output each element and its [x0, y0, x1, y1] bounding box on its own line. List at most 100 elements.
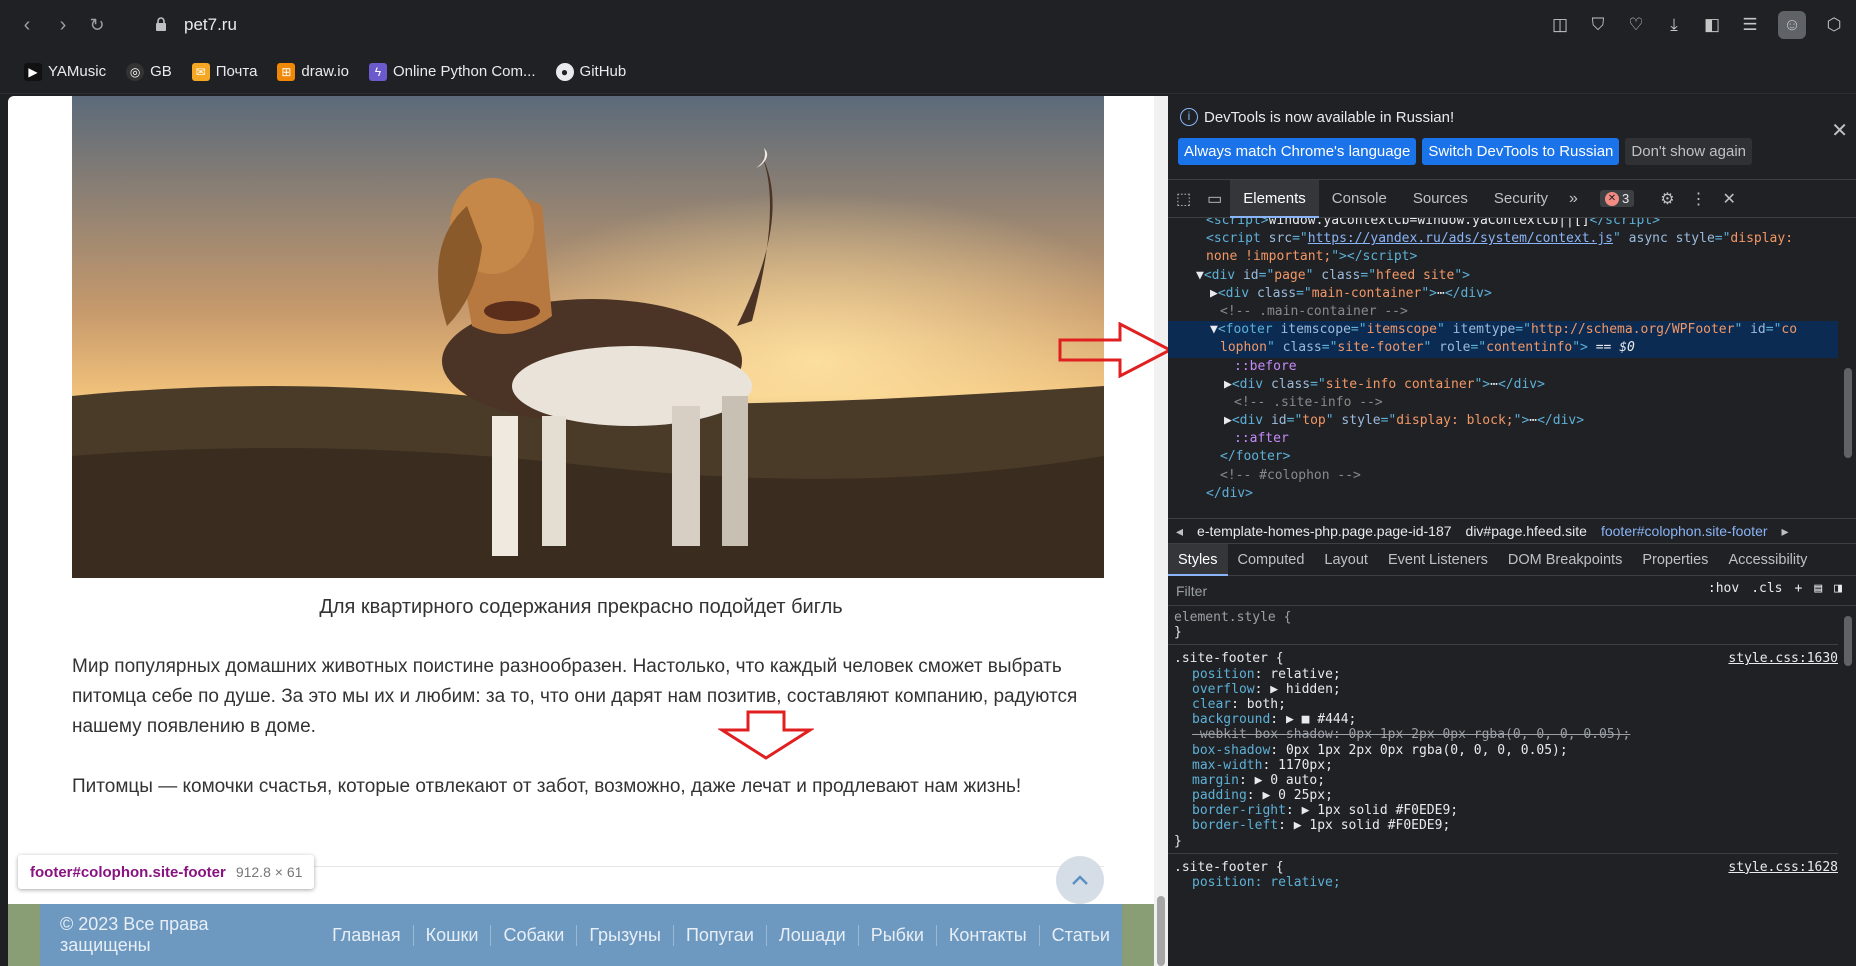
footer-link-dogs[interactable]: Собаки — [490, 924, 576, 946]
element-inspect-tooltip: footer#colophon.site-footer 912.8 × 61 — [18, 855, 315, 889]
footer-link-contacts[interactable]: Контакты — [935, 924, 1039, 946]
tab-dom-breakpoints[interactable]: DOM Breakpoints — [1498, 544, 1632, 576]
breadcrumb-left-icon[interactable]: ◂ — [1176, 523, 1183, 540]
sidebar-toggle-icon[interactable]: ◨ — [1834, 581, 1842, 596]
bookmark-python[interactable]: ϟ Online Python Com... — [368, 62, 536, 81]
close-devtools-icon[interactable]: ✕ — [1715, 189, 1744, 209]
tab-properties[interactable]: Properties — [1632, 544, 1718, 576]
cls-toggle[interactable]: .cls — [1751, 581, 1782, 596]
styles-scrollbar[interactable] — [1840, 606, 1856, 966]
article-content: Для квартирного содержания прекрасно под… — [30, 96, 1132, 966]
site-footer-rule: .site-footer {style.css:1630 position: r… — [1168, 645, 1838, 854]
tab-console[interactable]: Console — [1319, 180, 1400, 218]
rule-source-link[interactable]: style.css:1630 — [1728, 651, 1838, 666]
dom-scrollbar-thumb[interactable] — [1844, 368, 1852, 458]
devtools-tabs: ⬚ ▭ Elements Console Sources Security » … — [1168, 179, 1856, 218]
add-rule-icon[interactable]: + — [1795, 581, 1803, 596]
settings-icon[interactable]: ⚙ — [1652, 189, 1682, 209]
bolt-icon: ϟ — [368, 62, 387, 81]
kebab-menu-icon[interactable]: ⋮ — [1683, 189, 1715, 209]
reading-mode-icon[interactable]: ◧ — [1702, 15, 1722, 35]
match-language-button[interactable]: Always match Chrome's language — [1178, 138, 1417, 165]
web-page: Для квартирного содержания прекрасно под… — [8, 96, 1154, 966]
photo-caption: Для квартирного содержания прекрасно под… — [319, 596, 843, 618]
address-bar[interactable]: pet7.ru — [150, 8, 1740, 42]
hov-toggle[interactable]: :hov — [1708, 581, 1739, 596]
footer-inner: © 2023 Все права защищены Главная Кошки … — [40, 904, 1122, 966]
element-style-rule: element.style { } — [1168, 606, 1838, 646]
reload-icon[interactable]: ↻ — [84, 12, 110, 38]
inspect-icon[interactable]: ⬚ — [1168, 189, 1199, 209]
tooltip-size: 912.8 × 61 — [235, 864, 303, 880]
element-style-selector: element.style { — [1174, 610, 1292, 625]
footer-link-articles[interactable]: Статьи — [1038, 924, 1122, 946]
close-infobar-icon[interactable]: ✕ — [1831, 118, 1848, 143]
styles-scrollbar-thumb[interactable] — [1844, 616, 1852, 666]
breadcrumb-body[interactable]: e-template-homes-php.page.page-id-187 — [1197, 523, 1452, 539]
extensions-icon[interactable]: ⬡ — [1824, 15, 1844, 35]
download-icon[interactable]: ⤓ — [1664, 15, 1684, 35]
bookmark-mail[interactable]: ✉ Почта — [191, 62, 257, 81]
page-scrollbar-thumb[interactable] — [1157, 896, 1165, 966]
url-text[interactable]: pet7.ru — [184, 15, 237, 35]
info-icon: i — [1180, 108, 1198, 126]
mail-icon: ✉ — [191, 62, 210, 81]
tab-security[interactable]: Security — [1481, 180, 1561, 218]
footer-link-parrots[interactable]: Попугаи — [672, 924, 766, 946]
tab-computed[interactable]: Computed — [1228, 544, 1315, 576]
site-footer: © 2023 Все права защищены Главная Кошки … — [8, 904, 1154, 966]
dont-show-again-button[interactable]: Don't show again — [1625, 138, 1752, 165]
page-scrollbar[interactable] — [1154, 96, 1168, 966]
more-tabs-icon[interactable]: » — [1561, 190, 1586, 208]
tab-layout[interactable]: Layout — [1314, 544, 1378, 576]
footer-link-horses[interactable]: Лошади — [765, 924, 858, 946]
breadcrumb-footer[interactable]: footer#colophon.site-footer — [1601, 523, 1768, 539]
breadcrumb-right-icon[interactable]: ▸ — [1782, 523, 1789, 540]
rule2-selector: .site-footer { — [1174, 859, 1284, 875]
site-footer-rule-2: .site-footer {style.css:1628 position: r… — [1174, 859, 1838, 890]
chevron-up-icon — [1072, 875, 1088, 885]
bookmark-gb[interactable]: ◎ GB — [126, 62, 172, 81]
paint-icon[interactable]: ▤ — [1814, 581, 1822, 596]
bookmark-drawio[interactable]: ⊞ draw.io — [277, 62, 349, 81]
profile-icon[interactable]: ☺ — [1778, 11, 1806, 39]
styles-filter-bar: Filter :hov .cls + ▤ ◨ — [1168, 576, 1856, 606]
footer-link-fish[interactable]: Рыбки — [857, 924, 936, 946]
bookmarks-bar: ▶ YAMusic ◎ GB ✉ Почта ⊞ draw.io ϟ Online Pyt… — [0, 50, 1856, 94]
camera-icon[interactable]: ◫ — [1550, 15, 1570, 35]
scroll-to-top-button[interactable] — [1056, 856, 1104, 904]
back-icon[interactable]: ‹ — [14, 12, 40, 38]
styles-pane[interactable]: element.style { } .site-footer {style.cs… — [1168, 606, 1838, 966]
gb-icon: ◎ — [126, 62, 145, 81]
shield-icon[interactable]: ⛉ — [1588, 15, 1608, 35]
github-icon: ● — [555, 62, 574, 81]
tab-accessibility[interactable]: Accessibility — [1718, 544, 1817, 576]
dom-scrollbar[interactable] — [1840, 218, 1856, 518]
styles-filter-input[interactable]: Filter — [1176, 583, 1207, 599]
right-arrow-annotation — [1058, 322, 1174, 378]
footer-link-home[interactable]: Главная — [320, 925, 413, 946]
paragraph-pets: Питомцы — комочки счастья, которые отвле… — [72, 776, 1022, 797]
down-arrow-annotation — [718, 710, 814, 760]
bookmark-github[interactable]: ● GitHub — [555, 62, 626, 81]
switch-russian-button[interactable]: Switch DevTools to Russian — [1422, 138, 1620, 165]
bookmark-yamusic[interactable]: ▶ YAMusic — [24, 62, 106, 81]
dom-tree[interactable]: <script>window.yaContextCb=window.yaCont… — [1168, 218, 1838, 518]
tab-event-listeners[interactable]: Event Listeners — [1378, 544, 1498, 576]
tooltip-selector: footer#colophon.site-footer — [30, 863, 226, 881]
menu-icon[interactable]: ☰ — [1740, 15, 1760, 35]
rule2-source-link[interactable]: style.css:1628 — [1728, 860, 1838, 875]
devtools-panel: i DevTools is now available in Russian! A… — [1168, 96, 1856, 966]
heart-icon[interactable]: ♡ — [1626, 15, 1646, 35]
forward-icon[interactable]: › — [50, 12, 76, 38]
info-message: DevTools is now available in Russian! — [1204, 108, 1455, 126]
footer-link-rodents[interactable]: Грызуны — [576, 924, 673, 946]
error-badge[interactable]: ✕ 3 — [1599, 190, 1635, 207]
device-toolbar-icon[interactable]: ▭ — [1199, 189, 1230, 209]
lock-icon — [156, 17, 166, 31]
breadcrumb-div-page[interactable]: div#page.hfeed.site — [1466, 523, 1587, 539]
footer-link-cats[interactable]: Кошки — [412, 924, 491, 946]
tab-sources[interactable]: Sources — [1400, 180, 1481, 218]
tab-styles[interactable]: Styles — [1168, 543, 1228, 576]
tab-elements[interactable]: Elements — [1230, 179, 1319, 218]
